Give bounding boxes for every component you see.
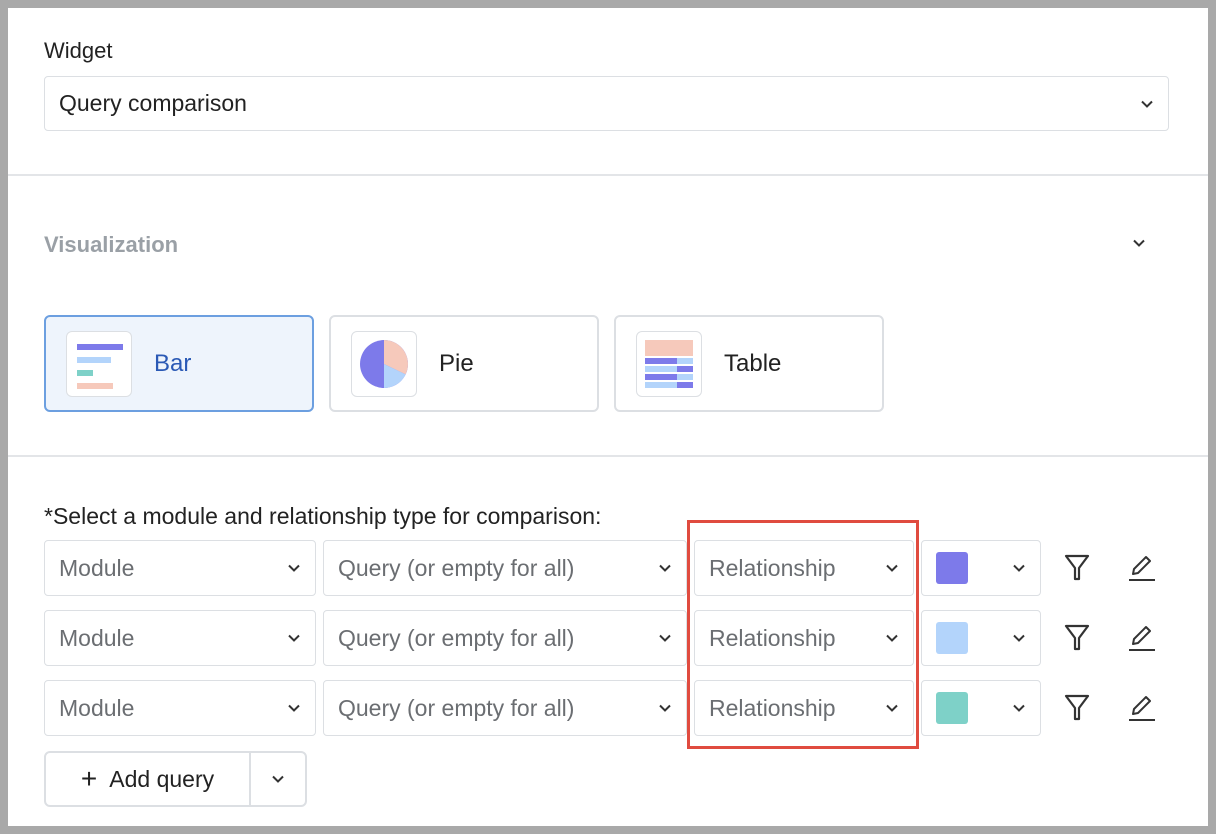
chevron-down-icon — [1012, 561, 1026, 575]
viz-option-label: Bar — [154, 349, 192, 377]
chevron-down-icon — [1140, 97, 1154, 111]
chevron-down-icon — [1012, 631, 1026, 645]
add-query-label: Add query — [109, 765, 215, 792]
query-select[interactable]: Query (or empty for all) — [323, 540, 687, 596]
module-select-value: Module — [59, 694, 135, 721]
color-select[interactable] — [921, 680, 1041, 736]
bar-chart-icon — [66, 330, 132, 397]
filter-icon[interactable] — [1059, 550, 1095, 586]
chevron-down-icon — [658, 631, 672, 645]
filter-icon[interactable] — [1059, 690, 1095, 726]
add-query-button[interactable]: + Add query — [46, 753, 251, 805]
module-select-value: Module — [59, 624, 135, 651]
query-select-value: Query (or empty for all) — [338, 624, 575, 651]
viz-option-table[interactable]: Table — [614, 315, 884, 412]
chevron-down-icon — [1012, 701, 1026, 715]
visualization-title: Visualization — [44, 232, 179, 257]
color-select[interactable] — [921, 610, 1041, 666]
chevron-down-icon[interactable] — [1132, 236, 1146, 250]
color-select[interactable] — [921, 540, 1041, 596]
viz-option-pie[interactable]: Pie — [329, 315, 599, 412]
plus-icon: + — [80, 763, 98, 794]
viz-option-label: Pie — [439, 349, 474, 377]
widget-select-value: Query comparison — [59, 90, 247, 116]
color-swatch — [936, 622, 968, 654]
module-select[interactable]: Module — [44, 540, 316, 596]
chevron-down-icon — [658, 561, 672, 575]
query-select[interactable]: Query (or empty for all) — [323, 610, 687, 666]
table-icon — [636, 330, 702, 397]
module-select-value: Module — [59, 554, 135, 581]
relationship-column-highlight — [687, 520, 919, 749]
chevron-down-icon — [271, 772, 285, 786]
module-select[interactable]: Module — [44, 680, 316, 736]
query-select-value: Query (or empty for all) — [338, 554, 575, 581]
comparison-label: *Select a module and relationship type f… — [44, 503, 602, 529]
query-select[interactable]: Query (or empty for all) — [323, 680, 687, 736]
divider — [8, 455, 1208, 457]
chevron-down-icon — [287, 561, 301, 575]
widget-settings-panel: Widget Query comparison Visualization Ba… — [8, 8, 1208, 826]
query-select-value: Query (or empty for all) — [338, 694, 575, 721]
chevron-down-icon — [287, 631, 301, 645]
module-select[interactable]: Module — [44, 610, 316, 666]
edit-pencil-icon[interactable] — [1123, 620, 1159, 656]
pie-chart-icon — [351, 330, 417, 397]
chevron-down-icon — [658, 701, 672, 715]
add-query-split-button: + Add query — [44, 751, 307, 807]
add-query-menu-button[interactable] — [251, 772, 305, 786]
chevron-down-icon — [287, 701, 301, 715]
widget-section: Widget Query comparison — [8, 8, 1208, 174]
viz-option-bar[interactable]: Bar — [44, 315, 314, 412]
edit-pencil-icon[interactable] — [1123, 550, 1159, 586]
filter-icon[interactable] — [1059, 620, 1095, 656]
color-swatch — [936, 692, 968, 724]
edit-pencil-icon[interactable] — [1123, 690, 1159, 726]
viz-option-label: Table — [724, 349, 782, 377]
widget-label: Widget — [44, 38, 113, 63]
color-swatch — [936, 552, 968, 584]
widget-select[interactable]: Query comparison — [44, 76, 1169, 131]
divider — [8, 174, 1208, 176]
